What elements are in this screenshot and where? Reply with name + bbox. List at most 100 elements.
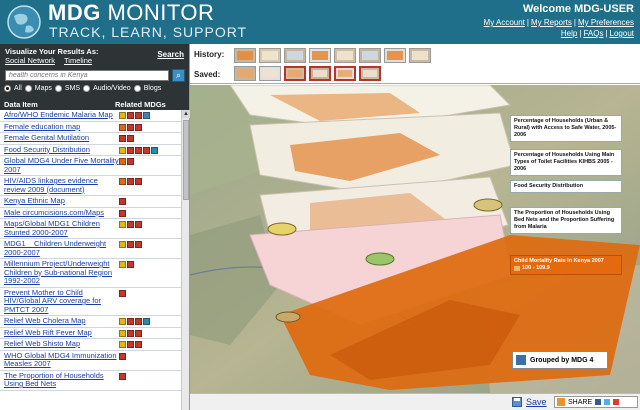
data-item-link[interactable]: Maps/Global MDG1 Children Stunted 2000-2… bbox=[4, 219, 119, 237]
data-item-link[interactable]: MDG1 _ Children Underweight 2000-2007 bbox=[4, 239, 119, 257]
mdg-badge-icon[interactable] bbox=[127, 135, 135, 142]
filter-audio-video-radio[interactable] bbox=[83, 85, 91, 92]
mdg-badge-icon[interactable] bbox=[119, 221, 127, 228]
mdg-badge-icon[interactable] bbox=[135, 178, 143, 185]
mdg-badge-icon[interactable] bbox=[119, 341, 127, 348]
mdg-badge-icon[interactable] bbox=[135, 318, 143, 325]
data-item-link[interactable]: Millennium Project/Underweight Children … bbox=[4, 259, 119, 286]
mdg-badge-icon[interactable] bbox=[119, 261, 127, 268]
mdg-badge-icon[interactable] bbox=[127, 341, 135, 348]
mdg-badge-icon[interactable] bbox=[119, 318, 127, 325]
mdg-badge-icon[interactable] bbox=[135, 341, 143, 348]
mdg-badge-icon[interactable] bbox=[119, 372, 127, 380]
faqs-link[interactable]: FAQs bbox=[583, 29, 603, 38]
timeline-link[interactable]: Timeline bbox=[64, 56, 92, 65]
mdg-badge-icon[interactable] bbox=[127, 318, 135, 325]
mdg-badge-icon[interactable] bbox=[127, 261, 135, 268]
my-account-link[interactable]: My Account bbox=[484, 18, 525, 27]
mdg-badge-icon[interactable] bbox=[119, 123, 127, 131]
data-item-link[interactable]: Female education map bbox=[4, 122, 119, 132]
mdg-badge-icon[interactable] bbox=[119, 178, 127, 185]
mdg-badge-icon[interactable] bbox=[119, 209, 127, 217]
data-item-link[interactable]: Male circumcisions.com/Maps bbox=[4, 208, 119, 218]
mdg-badge-icon[interactable] bbox=[119, 289, 127, 297]
mdg-badge-icon[interactable] bbox=[119, 352, 127, 360]
mdg-badge-icon[interactable] bbox=[135, 112, 143, 119]
data-item-link[interactable]: Relief Web Shisto Map bbox=[4, 339, 119, 349]
filter-sms-radio[interactable] bbox=[54, 85, 62, 92]
data-item-link[interactable]: The Proportion of Households Using Bed N… bbox=[4, 371, 119, 389]
layer-label-3[interactable]: Food Security Distribution bbox=[510, 180, 622, 193]
search-button[interactable]: ⌕ bbox=[172, 69, 185, 82]
save-link[interactable]: Save bbox=[526, 397, 547, 407]
group-label[interactable]: Grouped by MDG 4 bbox=[512, 351, 608, 369]
data-item-link[interactable]: Relief Web Rift Fever Map bbox=[4, 328, 119, 338]
pie-chart-marker-icon[interactable] bbox=[365, 252, 395, 266]
mdg-badge-icon[interactable] bbox=[135, 329, 143, 337]
mdg-badge-icon[interactable] bbox=[135, 123, 143, 131]
map-view[interactable]: Percentage of Households (Urban & Rural)… bbox=[190, 85, 640, 393]
mdg-badge-icon[interactable] bbox=[143, 112, 151, 119]
data-item-link[interactable]: Female Genital Mutilation bbox=[4, 133, 119, 143]
mdg-badge-icon[interactable] bbox=[127, 241, 135, 248]
list-scrollbar[interactable]: ▲ bbox=[181, 110, 190, 410]
layer-label-2[interactable]: Percentage of Households Using Main Type… bbox=[510, 149, 622, 176]
my-reports-link[interactable]: My Reports bbox=[531, 18, 572, 27]
saved-thumbnail[interactable] bbox=[359, 66, 381, 81]
mdg-badge-icon[interactable] bbox=[127, 146, 135, 154]
data-item-link[interactable]: Kenya Ethnic Map bbox=[4, 196, 119, 206]
logout-link[interactable]: Logout bbox=[610, 29, 634, 38]
layer-label-5[interactable]: Child Mortality Rate in Kenya 2007 100 -… bbox=[510, 255, 622, 275]
search-input[interactable] bbox=[5, 70, 169, 81]
saved-thumbnail[interactable] bbox=[259, 66, 281, 81]
scroll-up-arrow-icon[interactable]: ▲ bbox=[182, 110, 190, 118]
mdg-badge-icon[interactable] bbox=[127, 123, 135, 131]
pie-chart-marker-icon[interactable] bbox=[267, 222, 297, 236]
mdg-badge-icon[interactable] bbox=[119, 135, 127, 142]
filter-blogs-radio[interactable] bbox=[133, 85, 141, 92]
history-thumbnail[interactable] bbox=[334, 48, 356, 63]
mdg-badge-icon[interactable] bbox=[119, 112, 127, 119]
save-icon[interactable] bbox=[512, 397, 522, 407]
mdg-badge-icon[interactable] bbox=[127, 112, 135, 119]
data-item-link[interactable]: Global MDG4 Under Five Mortality 2007 bbox=[4, 156, 119, 174]
data-item-link[interactable]: HIV/AIDS linkages evidence review 2009 (… bbox=[4, 176, 119, 194]
history-thumbnail[interactable] bbox=[259, 48, 281, 63]
mdg-badge-icon[interactable] bbox=[143, 146, 151, 154]
data-item-link[interactable]: WHO Global MDG4 Immunization Measles 200… bbox=[4, 351, 119, 369]
mdg-badge-icon[interactable] bbox=[119, 241, 127, 248]
filter-all-radio[interactable] bbox=[4, 85, 11, 92]
mdg-badge-icon[interactable] bbox=[135, 146, 143, 154]
mdg-badge-icon[interactable] bbox=[143, 318, 151, 325]
share-button[interactable]: SHARE bbox=[554, 396, 638, 408]
history-thumbnail[interactable] bbox=[384, 48, 406, 63]
saved-thumbnail[interactable] bbox=[234, 66, 256, 81]
mdg-badge-icon[interactable] bbox=[135, 241, 143, 248]
history-thumbnail[interactable] bbox=[234, 48, 256, 63]
pie-chart-marker-icon[interactable] bbox=[473, 198, 503, 212]
mdg-badge-icon[interactable] bbox=[127, 178, 135, 185]
social-network-link[interactable]: Social Network bbox=[5, 56, 55, 65]
saved-thumbnail[interactable] bbox=[309, 66, 331, 81]
mdg-badge-icon[interactable] bbox=[119, 146, 127, 154]
data-item-link[interactable]: Afro/WHO Endemic Malaria Map bbox=[4, 110, 119, 120]
saved-thumbnail[interactable] bbox=[334, 66, 356, 81]
history-thumbnail[interactable] bbox=[359, 48, 381, 63]
saved-thumbnail[interactable] bbox=[284, 66, 306, 81]
history-thumbnail[interactable] bbox=[284, 48, 306, 63]
mdg-badge-icon[interactable] bbox=[127, 329, 135, 337]
scroll-thumb[interactable] bbox=[183, 120, 189, 200]
history-thumbnail[interactable] bbox=[309, 48, 331, 63]
mdg-badge-icon[interactable] bbox=[127, 221, 135, 228]
layer-label-4[interactable]: The Proportion of Households Using Bed N… bbox=[510, 207, 622, 234]
my-preferences-link[interactable]: My Preferences bbox=[578, 18, 634, 27]
data-item-link[interactable]: Food Security Distribution bbox=[4, 145, 119, 155]
mdg-badge-icon[interactable] bbox=[119, 158, 127, 165]
mdg-badge-icon[interactable] bbox=[135, 221, 143, 228]
pie-chart-marker-icon[interactable] bbox=[275, 311, 301, 323]
search-link[interactable]: Search bbox=[157, 50, 184, 59]
mdg-badge-icon[interactable] bbox=[119, 198, 127, 205]
filter-maps-radio[interactable] bbox=[24, 85, 32, 92]
mdg-badge-icon[interactable] bbox=[119, 329, 127, 337]
help-link[interactable]: Help bbox=[561, 29, 577, 38]
